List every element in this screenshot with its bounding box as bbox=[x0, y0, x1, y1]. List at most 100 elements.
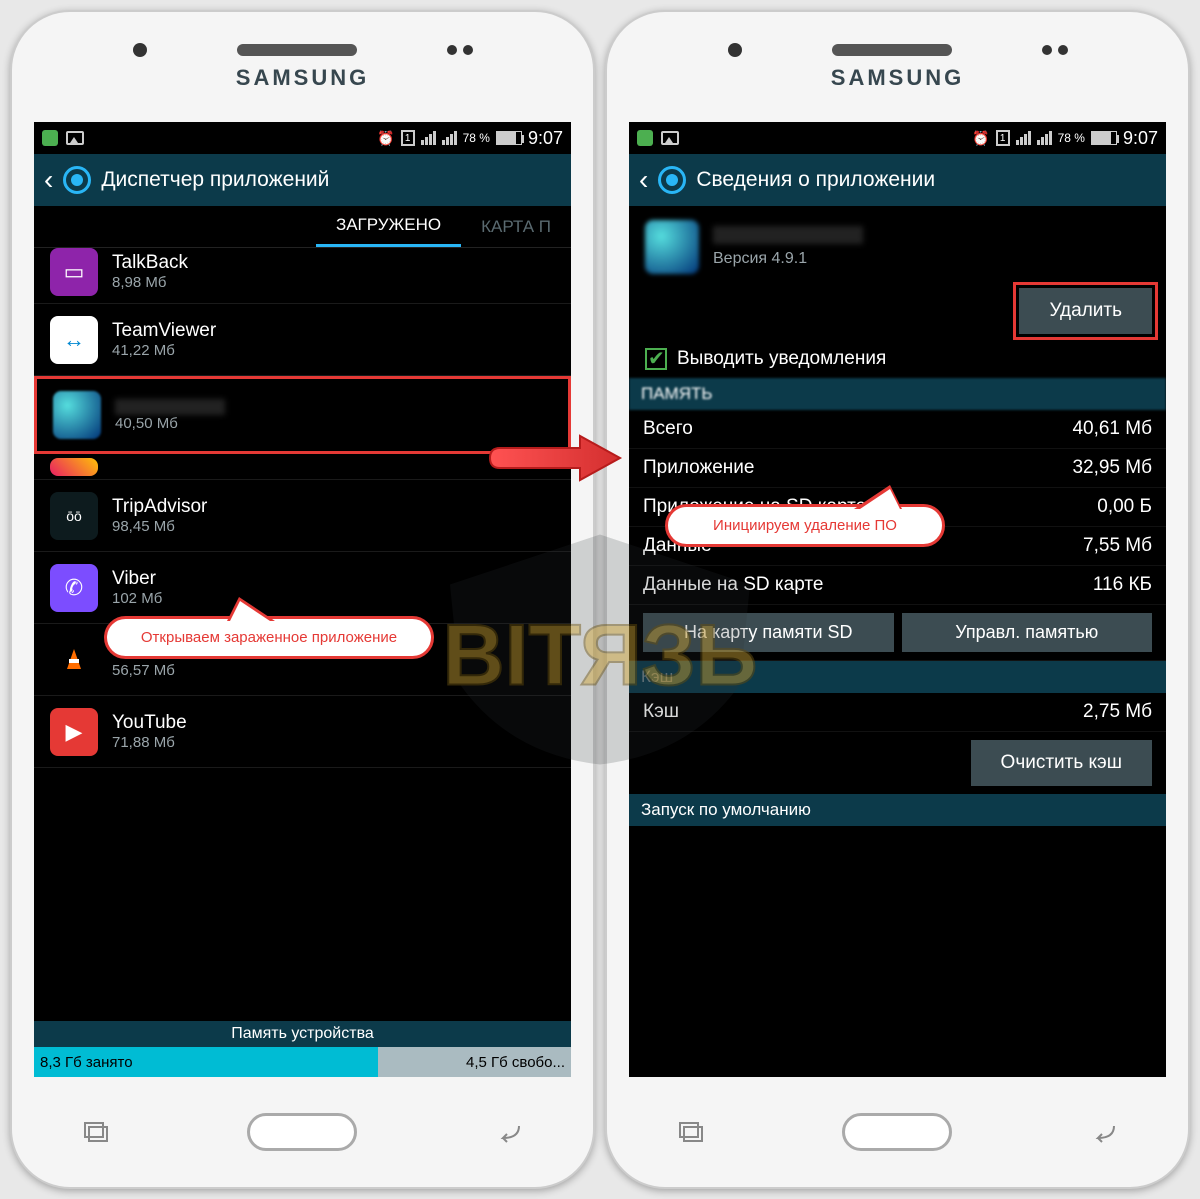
phone-nav bbox=[12, 1077, 593, 1187]
app-name: Viber bbox=[112, 568, 162, 590]
clear-cache-row: Очистить кэш bbox=[629, 732, 1166, 794]
delete-button[interactable]: Удалить bbox=[1019, 288, 1152, 334]
storage-used: 8,3 Гб занято bbox=[34, 1047, 378, 1077]
app-name: TeamViewer bbox=[112, 320, 216, 342]
screen-right: 1 78 % 9:07 ‹ Сведения о приложении Верс… bbox=[629, 122, 1166, 1077]
app-size: 8,98 Мб bbox=[112, 274, 188, 291]
table-row: Приложение 32,95 Мб bbox=[629, 449, 1166, 488]
status-bar: 1 78 % 9:07 bbox=[629, 122, 1166, 154]
move-sd-button[interactable]: На карту памяти SD bbox=[643, 613, 894, 652]
picture-icon bbox=[661, 131, 679, 145]
app-name: YouTube bbox=[112, 712, 187, 734]
section-default-launch: Запуск по умолчанию bbox=[629, 794, 1166, 826]
tab-spacer bbox=[34, 206, 316, 247]
screen-left: 1 78 % 9:07 ‹ Диспетчер приложений ЗАГРУ… bbox=[34, 122, 571, 1077]
page-title: Диспетчер приложений bbox=[101, 168, 329, 192]
phone-right: SAMSUNG 1 78 % 9:07 ‹ bbox=[605, 10, 1190, 1189]
notifications-row[interactable]: Выводить уведомления bbox=[629, 340, 1166, 378]
page-header[interactable]: ‹ Сведения о приложении bbox=[629, 154, 1166, 206]
kv-key: Приложение bbox=[643, 457, 754, 479]
app-icon-youtube: ▶ bbox=[50, 708, 98, 756]
list-item[interactable]: ▶ YouTube 71,88 Мб bbox=[34, 696, 571, 768]
back-button-icon[interactable] bbox=[493, 1116, 525, 1148]
settings-icon bbox=[658, 166, 686, 194]
kv-key: Данные на SD карте bbox=[643, 574, 823, 596]
storage-free: 4,5 Гб свобо... bbox=[466, 1054, 571, 1071]
home-button[interactable] bbox=[247, 1113, 357, 1151]
callout-delete: Инициируем удаление ПО bbox=[665, 504, 945, 547]
back-button-icon[interactable] bbox=[1088, 1116, 1120, 1148]
page-header[interactable]: ‹ Диспетчер приложений bbox=[34, 154, 571, 206]
home-button[interactable] bbox=[842, 1113, 952, 1151]
callout-text: Инициируем удаление ПО bbox=[713, 517, 897, 534]
phone-left: SAMSUNG 1 78 % 9:07 bbox=[10, 10, 595, 1189]
app-size: 71,88 Мб bbox=[112, 734, 187, 751]
tab-sdcard[interactable]: КАРТА П bbox=[461, 206, 571, 247]
picture-icon bbox=[66, 131, 84, 145]
app-header: Версия 4.9.1 bbox=[629, 206, 1166, 288]
app-size: 98,45 Мб bbox=[112, 518, 207, 535]
back-icon[interactable]: ‹ bbox=[44, 166, 53, 194]
app-icon-unknown bbox=[53, 391, 101, 439]
app-icon-talkback: ▭ bbox=[50, 248, 98, 296]
notifications-label: Выводить уведомления bbox=[677, 348, 886, 370]
page-title: Сведения о приложении bbox=[696, 168, 935, 192]
app-size: 41,22 Мб bbox=[112, 342, 216, 359]
clock: 9:07 bbox=[528, 128, 563, 149]
list-item[interactable]: ↔ TeamViewer 41,22 Мб bbox=[34, 304, 571, 376]
back-icon[interactable]: ‹ bbox=[639, 166, 648, 194]
battery-pct: 78 % bbox=[463, 131, 490, 145]
section-memory: ПАМЯТЬ bbox=[629, 378, 1166, 410]
callout-text: Открываем зараженное приложение bbox=[141, 629, 397, 646]
kv-value: 116 КБ bbox=[1093, 574, 1152, 596]
list-item[interactable]: ▭ TalkBack 8,98 Мб bbox=[34, 248, 571, 304]
clock: 9:07 bbox=[1123, 128, 1158, 149]
recent-apps-icon[interactable] bbox=[80, 1116, 112, 1148]
shield-icon bbox=[42, 130, 58, 146]
signal-icon bbox=[1016, 131, 1031, 145]
callout-open-app: Открываем зараженное приложение bbox=[104, 616, 434, 659]
memory-buttons: На карту памяти SD Управл. памятью bbox=[629, 605, 1166, 661]
kv-value: 40,61 Мб bbox=[1072, 418, 1152, 440]
table-row: Данные на SD карте 116 КБ bbox=[629, 566, 1166, 605]
kv-value: 2,75 Мб bbox=[1083, 701, 1152, 723]
clear-cache-button[interactable]: Очистить кэш bbox=[971, 740, 1152, 786]
app-name-blurred bbox=[115, 399, 225, 415]
kv-value: 0,00 Б bbox=[1097, 496, 1152, 518]
stage: ВIТЯЗЬ SAMSUNG 1 bbox=[10, 10, 1190, 1189]
list-item[interactable]: ✆ Viber 102 Мб bbox=[34, 552, 571, 624]
app-size: 40,50 Мб bbox=[115, 415, 225, 432]
phone-frame-top: SAMSUNG bbox=[12, 12, 593, 122]
app-icon-vlc bbox=[50, 636, 98, 684]
sim-icon: 1 bbox=[401, 130, 415, 146]
app-name: TalkBack bbox=[112, 252, 188, 274]
delete-row: Удалить bbox=[629, 288, 1166, 340]
checkbox-checked-icon[interactable] bbox=[645, 348, 667, 370]
transition-arrow bbox=[485, 428, 625, 493]
kv-key: Кэш bbox=[643, 701, 679, 723]
signal-icon-2 bbox=[1037, 131, 1052, 145]
tab-downloaded[interactable]: ЗАГРУЖЕНО bbox=[316, 206, 461, 247]
storage-header: Память устройства bbox=[34, 1021, 571, 1047]
app-title-blurred bbox=[713, 226, 863, 244]
settings-icon bbox=[63, 166, 91, 194]
sim-icon: 1 bbox=[996, 130, 1010, 146]
battery-icon bbox=[1091, 131, 1117, 145]
app-name: TripAdvisor bbox=[112, 496, 207, 518]
app-version: Версия 4.9.1 bbox=[713, 250, 863, 268]
app-icon-teamviewer: ↔ bbox=[50, 316, 98, 364]
tab-bar: ЗАГРУЖЕНО КАРТА П bbox=[34, 206, 571, 248]
kv-key: Всего bbox=[643, 418, 693, 440]
manage-memory-button[interactable]: Управл. памятью bbox=[902, 613, 1153, 652]
alarm-icon bbox=[377, 130, 394, 147]
kv-value: 7,55 Мб bbox=[1083, 535, 1152, 557]
app-icon-viber: ✆ bbox=[50, 564, 98, 612]
app-icon-partial bbox=[50, 458, 98, 476]
battery-pct: 78 % bbox=[1058, 131, 1085, 145]
phone-frame-top: SAMSUNG bbox=[607, 12, 1188, 122]
app-icon-large bbox=[645, 220, 699, 274]
kv-value: 32,95 Мб bbox=[1072, 457, 1152, 479]
recent-apps-icon[interactable] bbox=[675, 1116, 707, 1148]
app-size: 56,57 Мб bbox=[112, 662, 175, 679]
app-size: 102 Мб bbox=[112, 590, 162, 607]
